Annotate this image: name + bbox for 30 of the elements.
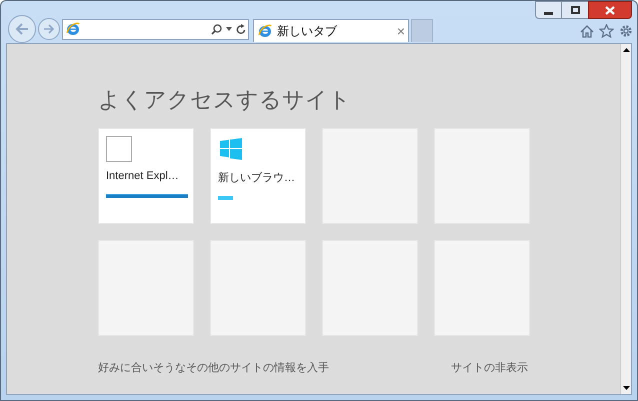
site-tile[interactable]: Internet Expl… — [98, 128, 194, 224]
site-title: Internet Expl… — [106, 169, 180, 183]
tab-title: 新しいタブ — [277, 22, 338, 40]
suggested-sites-link[interactable]: 好みに合いそうなその他のサイトの情報を入手 — [98, 360, 329, 376]
tab-close-button[interactable]: × — [396, 24, 405, 38]
settings-icon[interactable] — [619, 24, 633, 38]
browser-logo-icon — [257, 22, 273, 38]
blank-page-icon — [106, 136, 132, 162]
close-icon — [605, 6, 615, 14]
browser-logo-icon — [65, 21, 81, 37]
star-icon[interactable] — [599, 24, 614, 38]
windows-logo-icon — [220, 138, 242, 160]
site-title: 新しいブラウ… — [218, 171, 296, 185]
dropdown-icon[interactable] — [226, 27, 232, 31]
refresh-icon[interactable] — [236, 24, 246, 34]
minimize-button[interactable] — [535, 1, 562, 19]
close-button[interactable] — [588, 1, 632, 19]
forward-arrow-icon — [43, 24, 55, 34]
site-tile[interactable]: 新しいブラウ… — [210, 128, 306, 224]
scrollbar[interactable] — [620, 44, 631, 394]
address-field[interactable] — [62, 18, 249, 40]
browser-tab[interactable]: 新しいタブ × — [253, 18, 409, 42]
home-icon[interactable] — [580, 24, 594, 38]
back-arrow-icon — [14, 22, 30, 36]
page-heading: よくアクセスするサイト — [98, 86, 352, 114]
scroll-up-icon[interactable] — [622, 48, 630, 52]
hide-sites-link[interactable]: サイトの非表示 — [451, 360, 528, 376]
maximize-button[interactable] — [562, 1, 588, 19]
scroll-down-icon[interactable] — [622, 386, 630, 390]
search-icon[interactable] — [211, 24, 222, 34]
